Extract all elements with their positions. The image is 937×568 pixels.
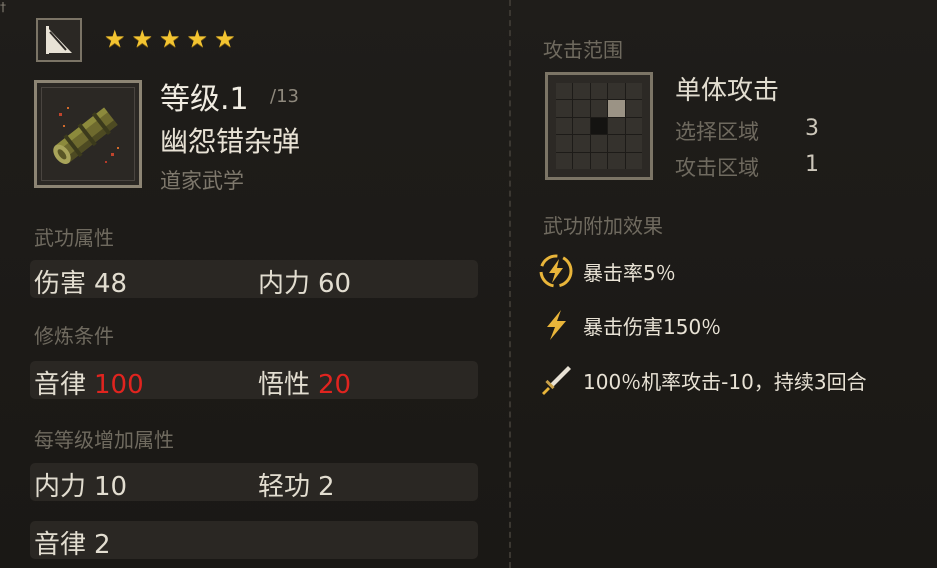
attack-range-grid	[545, 72, 653, 180]
skill-category: 道家武学	[160, 169, 244, 193]
attack-range-label: 攻击范围	[543, 38, 623, 62]
effect-attack-debuff: 100％机率攻击-10，持续3回合	[537, 362, 867, 398]
panel-divider	[509, 0, 511, 568]
flag-icon[interactable]	[36, 18, 82, 62]
section-requirements-label: 修炼条件	[34, 324, 114, 348]
per-level-row-1: 内力 10 轻功 2	[30, 463, 478, 502]
corner-mark: †	[0, 0, 6, 14]
star-icon: ★	[104, 25, 126, 53]
extra-effects-label: 武功附加效果	[543, 214, 663, 238]
attack-area: 攻击区域 1	[675, 152, 819, 180]
req-music: 音律 100	[34, 370, 144, 400]
per-level-lightness: 轻功 2	[258, 472, 335, 502]
req-comprehension: 悟性 20	[258, 370, 352, 400]
skill-name: 幽怨错杂弹	[160, 125, 301, 158]
effect-crit-rate: 暴击率5％	[537, 253, 676, 289]
star-icon: ★	[186, 25, 209, 53]
item-image-frame[interactable]	[34, 80, 142, 188]
per-level-internal-power: 内力 10	[34, 472, 128, 502]
stat-internal-power: 内力 60	[258, 269, 352, 299]
attributes-row: 伤害 48 内力 60	[30, 260, 478, 299]
section-per-level-label: 每等级增加属性	[34, 428, 174, 452]
sword-icon	[537, 362, 575, 398]
per-level-music: 音律 2	[34, 530, 111, 560]
skill-level-max: /13	[270, 86, 299, 107]
star-icon: ★	[214, 25, 236, 53]
skill-level: 等级.1	[160, 82, 249, 117]
lightning-icon	[537, 307, 575, 343]
skill-detail-panel: † ★ ★ ★ ★ ★ 等级.1 /13 幽怨错杂弹 道家武学 武功属性 伤害 …	[0, 0, 937, 568]
per-level-row-2: 音律 2	[30, 521, 478, 560]
effect-crit-damage: 暴击伤害150％	[537, 307, 721, 343]
scroll-tube-icon	[53, 107, 119, 164]
star-icon: ★	[159, 25, 181, 53]
section-attributes-label: 武功属性	[34, 226, 114, 250]
star-rating: ★ ★ ★ ★ ★	[104, 26, 236, 52]
range-cell-attack	[590, 117, 608, 135]
requirements-row: 音律 100 悟性 20	[30, 361, 478, 400]
attack-type: 单体攻击	[675, 76, 780, 106]
stat-damage: 伤害 48	[34, 269, 128, 299]
star-icon: ★	[131, 25, 154, 53]
lightning-circle-icon	[537, 253, 575, 289]
select-area: 选择区域 3	[675, 116, 819, 144]
range-cell-selected	[608, 100, 625, 117]
